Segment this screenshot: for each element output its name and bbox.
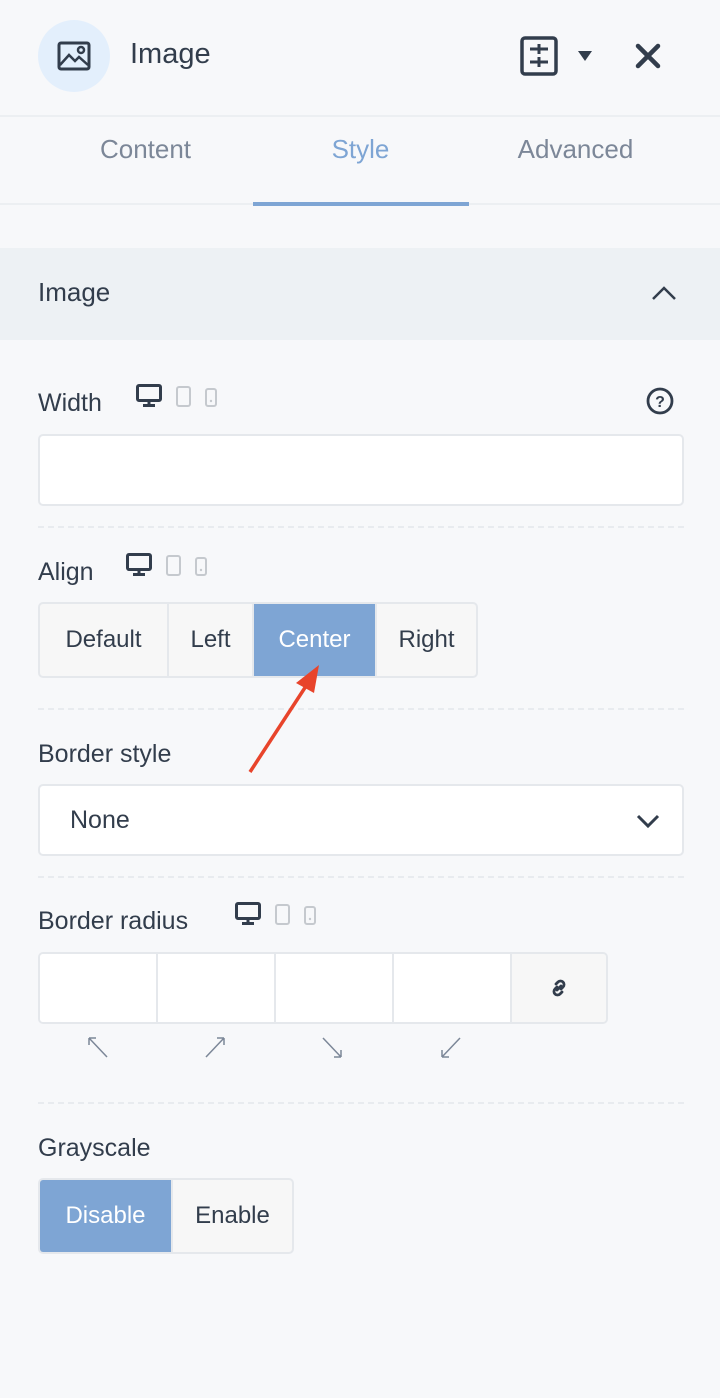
radius-top-right-input[interactable] <box>158 954 276 1022</box>
border-radius-inputs <box>38 952 608 1024</box>
grayscale-disable-button[interactable]: Disable <box>40 1180 173 1252</box>
desktop-icon[interactable] <box>235 902 261 925</box>
border-style-value: None <box>70 805 130 834</box>
divider <box>38 526 684 528</box>
tab-advanced[interactable]: Advanced <box>468 134 683 165</box>
arrow-top-right-icon <box>205 1037 225 1058</box>
divider <box>0 115 720 117</box>
svg-text:?: ? <box>655 394 665 411</box>
border-style-label: Border style <box>38 740 172 768</box>
panel-title: Image <box>130 38 211 70</box>
mobile-icon[interactable] <box>205 388 217 407</box>
caret-down-icon[interactable] <box>577 49 593 67</box>
corner-arrows <box>88 1037 461 1058</box>
arrow-bottom-left-icon <box>441 1037 461 1058</box>
desktop-icon[interactable] <box>136 384 162 407</box>
tab-content[interactable]: Content <box>38 134 253 165</box>
tab-style[interactable]: Style <box>253 134 468 165</box>
device-switcher <box>136 384 217 407</box>
border-style-select[interactable]: None <box>38 784 684 856</box>
device-switcher <box>235 902 316 925</box>
align-label: Align <box>38 558 94 586</box>
close-icon[interactable] <box>635 43 661 74</box>
chevron-up-icon[interactable] <box>651 285 677 306</box>
sliders-icon[interactable] <box>520 36 558 81</box>
section-title: Image <box>38 277 111 307</box>
arrow-top-left-icon <box>88 1037 108 1058</box>
desktop-icon[interactable] <box>126 553 152 576</box>
width-label: Width <box>38 389 102 417</box>
annotation-arrow-icon <box>248 665 319 773</box>
grayscale-button-group: Disable Enable <box>38 1178 294 1254</box>
mobile-icon[interactable] <box>304 906 316 925</box>
link-values-button[interactable] <box>512 954 606 1022</box>
radius-top-left-input[interactable] <box>40 954 158 1022</box>
width-input[interactable] <box>38 434 684 506</box>
tablet-icon[interactable] <box>166 555 181 576</box>
radius-bottom-right-input[interactable] <box>276 954 394 1022</box>
chevron-down-icon <box>636 814 660 828</box>
widget-image-icon <box>38 20 110 92</box>
mobile-icon[interactable] <box>195 557 207 576</box>
border-radius-label: Border radius <box>38 907 189 935</box>
divider <box>38 876 684 878</box>
divider <box>38 1102 684 1104</box>
grayscale-enable-button[interactable]: Enable <box>173 1180 292 1252</box>
divider <box>38 708 684 710</box>
arrow-bottom-right-icon <box>322 1037 342 1058</box>
device-switcher <box>126 553 207 576</box>
align-right-button[interactable]: Right <box>377 604 476 676</box>
link-icon <box>552 979 566 997</box>
radius-bottom-left-input[interactable] <box>394 954 512 1022</box>
active-tab-indicator <box>253 202 469 206</box>
align-default-button[interactable]: Default <box>40 604 169 676</box>
tablet-icon[interactable] <box>275 904 290 925</box>
grayscale-label: Grayscale <box>38 1134 151 1162</box>
help-icon[interactable]: ? <box>645 386 675 421</box>
tablet-icon[interactable] <box>176 386 191 407</box>
